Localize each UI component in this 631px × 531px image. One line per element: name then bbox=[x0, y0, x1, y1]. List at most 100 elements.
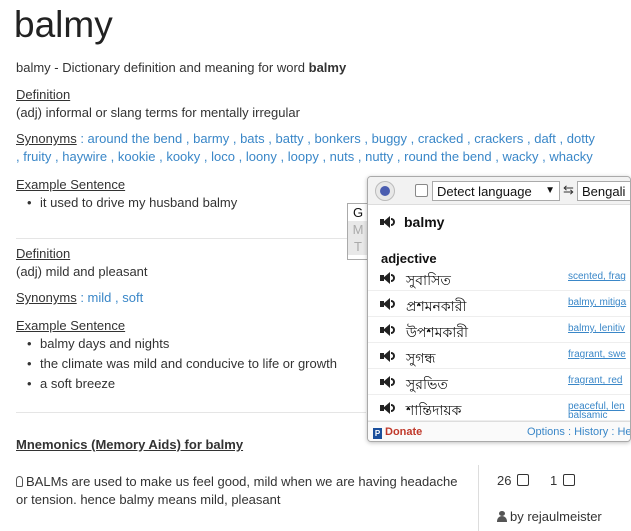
source-language-select[interactable]: Detect language ▼ bbox=[432, 181, 560, 201]
thumbs-down-icon bbox=[562, 474, 575, 486]
tab-m[interactable]: M bbox=[348, 221, 368, 238]
definition-text: (adj) informal or slang terms for mental… bbox=[16, 105, 300, 120]
synonym-link[interactable]: whacky bbox=[549, 149, 592, 164]
reverse-translation-link[interactable]: fragrant, swe bbox=[568, 349, 626, 360]
synonym-link[interactable]: batty bbox=[275, 131, 303, 146]
donate-label: Donate bbox=[385, 426, 423, 438]
definition-label: Definition bbox=[16, 87, 71, 102]
page-subtitle: balmy - Dictionary definition and meanin… bbox=[16, 60, 346, 75]
downvote-count: 1 bbox=[550, 473, 558, 488]
synonyms-row-1: Synonyms : around the bend , barmy , bat… bbox=[16, 131, 595, 146]
swap-languages-icon[interactable]: ⇆ bbox=[563, 182, 574, 198]
translation-row: সুবাসিত scented, frag bbox=[368, 265, 630, 291]
author-name: by rejaulmeister bbox=[510, 509, 602, 524]
synonym-list: fruity , haywire , kookie , kooky , loco… bbox=[23, 149, 593, 164]
translation-row: সুরভিত fragrant, red bbox=[368, 369, 630, 395]
synonym-link[interactable]: soft bbox=[122, 290, 143, 305]
synonym-link[interactable]: round the bend bbox=[404, 149, 491, 164]
thumbs-up-icon bbox=[517, 474, 530, 486]
synonym-link[interactable]: cracked bbox=[418, 131, 464, 146]
reverse-translation-link[interactable]: balmy, mitiga bbox=[568, 297, 626, 308]
popup-footer: P Donate Options : History : He bbox=[368, 421, 630, 441]
translated-word: balmy bbox=[380, 214, 444, 230]
synonym-link[interactable]: daft bbox=[534, 131, 556, 146]
synonym-link[interactable]: dotty bbox=[567, 131, 595, 146]
speaker-icon[interactable] bbox=[380, 215, 396, 229]
divider bbox=[478, 465, 479, 531]
synonyms-label: Synonyms bbox=[16, 290, 77, 305]
overflow-link[interactable]: balsamic bbox=[568, 410, 607, 421]
footer-links[interactable]: Options : History : He bbox=[527, 426, 630, 438]
part-of-speech: adjective bbox=[381, 251, 437, 266]
reverse-translation-link[interactable]: balmy, lenitiv bbox=[568, 323, 625, 334]
mnemonic-text: BALMs are used to make us feel good, mil… bbox=[16, 473, 466, 509]
reverse-translation-link[interactable]: fragrant, red bbox=[568, 375, 622, 386]
synonyms-row-2: , fruity , haywire , kookie , kooky , lo… bbox=[16, 149, 593, 164]
synonym-link[interactable]: barmy bbox=[193, 131, 229, 146]
mnemonic-body: BALMs are used to make us feel good, mil… bbox=[16, 474, 458, 507]
example-list: it used to drive my husband balmy bbox=[16, 193, 237, 213]
translation-row: উপশমকারী balmy, lenitiv bbox=[368, 317, 630, 343]
synonym-link[interactable]: wacky bbox=[502, 149, 538, 164]
upvote-button[interactable]: 26 bbox=[497, 473, 530, 488]
synonym-link[interactable]: around the bend bbox=[88, 131, 183, 146]
detect-checkbox[interactable] bbox=[415, 184, 428, 197]
synonym-link[interactable]: bats bbox=[240, 131, 265, 146]
synonym-link[interactable]: bonkers bbox=[315, 131, 361, 146]
translation-text: শান্তিদায়ক bbox=[406, 403, 462, 419]
speaker-icon[interactable] bbox=[380, 349, 396, 363]
synonym-link[interactable]: kookie bbox=[118, 149, 156, 164]
mnemonics-title: Mnemonics (Memory Aids) for balmy bbox=[16, 437, 244, 452]
speaker-icon[interactable] bbox=[380, 375, 396, 389]
speaker-icon[interactable] bbox=[380, 401, 396, 415]
target-language-select[interactable]: Bengali bbox=[577, 181, 630, 201]
author-byline[interactable]: by rejaulmeister bbox=[497, 509, 602, 524]
translation-text: সুগন্ধ bbox=[406, 351, 436, 367]
source-word: balmy bbox=[404, 214, 445, 230]
translation-text: প্রশমনকারী bbox=[406, 299, 467, 315]
speaker-icon[interactable] bbox=[380, 271, 396, 285]
chevron-down-icon: ▼ bbox=[545, 185, 555, 196]
divider bbox=[16, 412, 366, 413]
example-sentence: the climate was mild and conducive to li… bbox=[16, 354, 337, 374]
paypal-icon: P bbox=[373, 428, 382, 439]
translation-row: প্রশমনকারী balmy, mitiga bbox=[368, 291, 630, 317]
example-label: Example Sentence bbox=[16, 177, 126, 192]
speaker-icon[interactable] bbox=[380, 323, 396, 337]
synonym-link[interactable]: haywire bbox=[62, 149, 107, 164]
synonym-link[interactable]: mild bbox=[88, 290, 112, 305]
example-label: Example Sentence bbox=[16, 318, 126, 333]
example-sentence: it used to drive my husband balmy bbox=[16, 193, 237, 213]
donate-button[interactable]: P Donate bbox=[373, 426, 422, 439]
divider bbox=[16, 238, 366, 239]
definition-label: Definition bbox=[16, 246, 71, 261]
tab-g[interactable]: G bbox=[348, 204, 368, 221]
synonym-link[interactable]: fruity bbox=[23, 149, 51, 164]
source-language-value: Detect language bbox=[437, 184, 532, 199]
synonym-list: mild , soft bbox=[87, 290, 144, 305]
reverse-translation-link[interactable]: scented, frag bbox=[568, 271, 626, 282]
synonym-link[interactable]: buggy bbox=[372, 131, 407, 146]
synonym-link[interactable]: kooky bbox=[166, 149, 200, 164]
synonym-link[interactable]: nutty bbox=[365, 149, 393, 164]
popup-toolbar: Detect language ▼ ⇆ Bengali bbox=[368, 177, 630, 205]
synonym-link[interactable]: loony bbox=[246, 149, 277, 164]
downvote-button[interactable]: 1 bbox=[550, 473, 575, 488]
synonym-link[interactable]: crackers bbox=[474, 131, 523, 146]
synonym-link[interactable]: loopy bbox=[288, 149, 319, 164]
synonym-link[interactable]: nuts bbox=[330, 149, 355, 164]
translator-popup: Detect language ▼ ⇆ Bengali balmy adjecti… bbox=[367, 176, 631, 442]
example-sentence: a soft breeze bbox=[16, 374, 337, 394]
synonym-link[interactable]: loco bbox=[211, 149, 235, 164]
speaker-icon[interactable] bbox=[380, 297, 396, 311]
page-title: balmy bbox=[14, 4, 113, 45]
upvote-count: 26 bbox=[497, 473, 512, 488]
translator-logo-icon[interactable] bbox=[375, 181, 395, 201]
translation-text: উপশমকারী bbox=[406, 325, 469, 341]
target-language-value: Bengali bbox=[582, 184, 626, 199]
synonym-list: around the bend , barmy , bats , batty ,… bbox=[87, 131, 595, 146]
synonyms-row: Synonyms : mild , soft bbox=[16, 290, 144, 305]
tab-t[interactable]: T bbox=[348, 238, 368, 255]
translator-tab[interactable]: G M T bbox=[347, 203, 368, 260]
subtitle-prefix: balmy - Dictionary definition and meanin… bbox=[16, 60, 309, 75]
